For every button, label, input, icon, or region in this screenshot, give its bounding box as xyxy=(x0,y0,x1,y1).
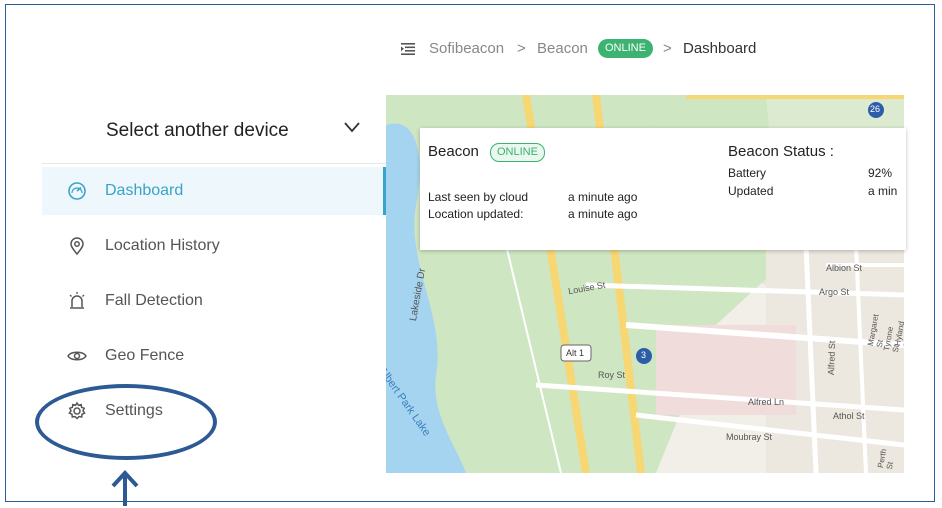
status-title: Beacon Status : xyxy=(728,143,834,160)
street-label: Argo St xyxy=(819,287,850,297)
last-seen-value: a minute ago xyxy=(568,190,638,204)
sidebar-item-label: Dashboard xyxy=(105,182,184,199)
location-pin-icon xyxy=(70,237,84,256)
breadcrumb-sofibeacon[interactable]: Sofibeacon xyxy=(429,40,504,57)
street-label: Alfred Ln xyxy=(748,397,785,407)
menu-collapse-icon[interactable] xyxy=(401,43,415,55)
arrow-up-icon xyxy=(111,470,139,506)
online-badge: ONLINE xyxy=(490,143,545,162)
sidebar-item-label: Fall Detection xyxy=(105,292,203,309)
last-seen-label: Last seen by cloud xyxy=(428,190,529,204)
highlight-ellipse xyxy=(35,384,217,460)
device-select-label: Select another device xyxy=(106,120,289,141)
breadcrumb-beacon[interactable]: Beacon xyxy=(537,40,588,57)
location-updated-label: Location updated: xyxy=(428,207,524,221)
updated-value: a min xyxy=(868,184,898,198)
breadcrumb-separator: > xyxy=(663,40,672,57)
sidebar-item-location-history[interactable]: Location History xyxy=(42,222,386,270)
location-updated-value: a minute ago xyxy=(568,207,638,221)
updated-label: Updated xyxy=(728,184,774,198)
street-label: Athol St xyxy=(833,411,865,421)
sidebar-item-label: Location History xyxy=(105,237,220,254)
chevron-down-icon xyxy=(344,122,360,133)
road-shield-label: Alt 1 xyxy=(566,348,585,358)
device-name: Beacon xyxy=(428,143,479,160)
street-label: Alfred St xyxy=(826,340,838,376)
sidebar-item-fall-detection[interactable]: Fall Detection xyxy=(42,277,386,325)
device-select-dropdown[interactable]: Select another device xyxy=(42,95,386,164)
top-header: Sofibeacon > Beacon ONLINE > Dashboard xyxy=(386,20,906,76)
device-info-card: Beacon ONLINE Last seen by cloud a minut… xyxy=(420,128,906,250)
road-shield-label: 3 xyxy=(641,350,647,360)
street-label: Albion St xyxy=(826,263,863,273)
eye-icon xyxy=(67,351,87,361)
battery-value: 92% xyxy=(868,166,893,180)
breadcrumb-separator: > xyxy=(517,40,526,57)
status-badge: ONLINE xyxy=(598,39,653,58)
sidebar-item-dashboard[interactable]: Dashboard xyxy=(42,167,386,215)
road-shield-label: 26 xyxy=(870,104,881,114)
alarm-light-icon xyxy=(69,292,85,309)
sidebar-item-geo-fence[interactable]: Geo Fence xyxy=(42,332,386,380)
street-label: Moubray St xyxy=(726,432,773,442)
breadcrumb-dashboard: Dashboard xyxy=(683,40,757,57)
dashboard-gauge-icon xyxy=(68,182,86,200)
street-label: Roy St xyxy=(598,370,626,380)
battery-label: Battery xyxy=(728,166,767,180)
sidebar-item-label: Geo Fence xyxy=(105,347,185,364)
